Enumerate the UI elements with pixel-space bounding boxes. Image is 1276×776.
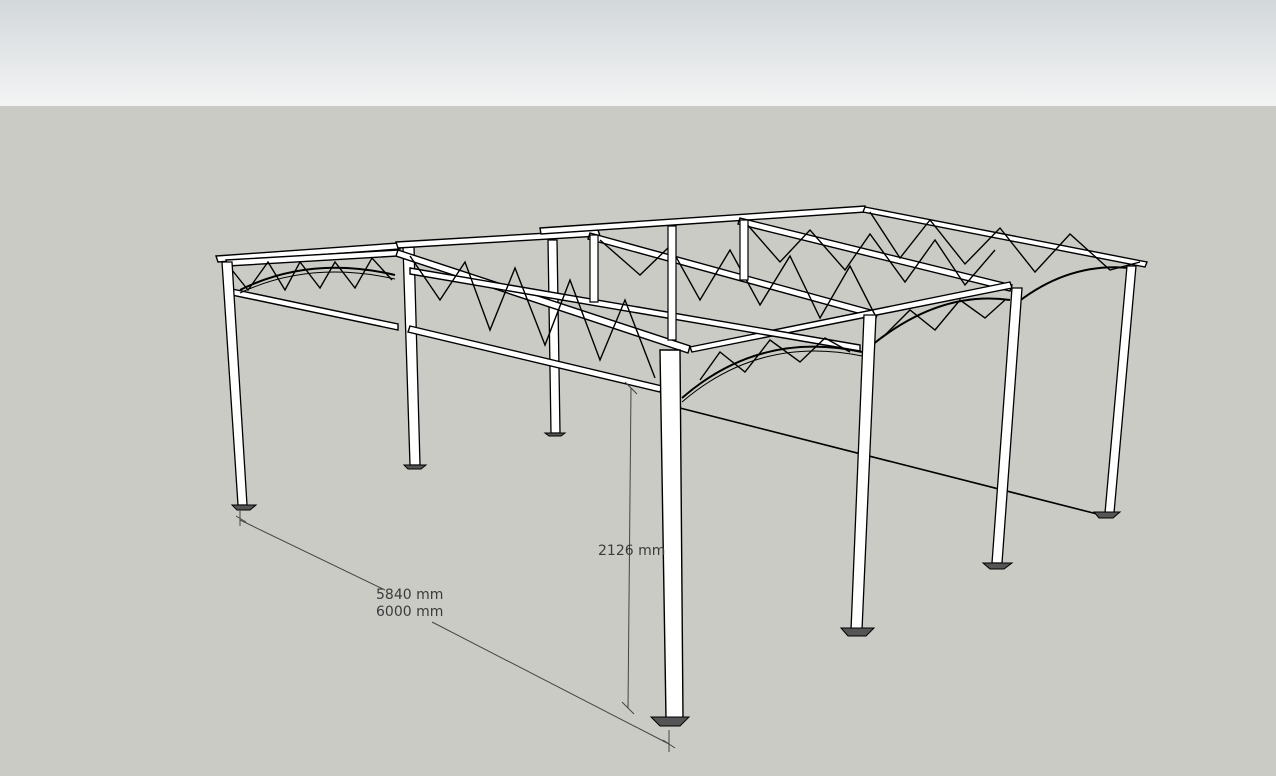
pergola-model: 2126 mm 5840 mm 6000 mm	[215, 205, 1148, 752]
post-far-right	[1092, 265, 1137, 519]
roof-center-section	[395, 205, 1148, 403]
height-dimension-label: 2126 mm	[598, 543, 665, 559]
3d-viewport[interactable]: 2126 mm 5840 mm 6000 mm	[0, 0, 1276, 776]
post-back-left	[402, 246, 428, 470]
post-back-right	[981, 287, 1023, 570]
post-front-corner	[649, 349, 691, 727]
depth-dimension-label-outer: 6000 mm	[376, 604, 443, 620]
roof-left-section	[215, 242, 401, 331]
post-front-right	[839, 314, 877, 637]
depth-dimension-label-inner: 5840 mm	[376, 587, 443, 603]
ground-edge-line	[679, 407, 1106, 517]
